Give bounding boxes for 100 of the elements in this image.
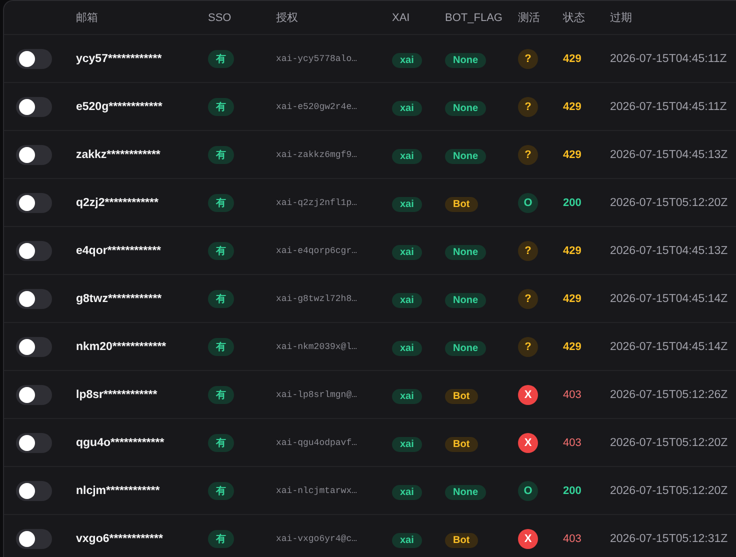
sso-tag: 有 xyxy=(208,530,234,548)
auth-token-text: xai-e520gw2r4e… xyxy=(276,102,358,112)
test-result-badge: ? xyxy=(518,240,538,260)
status-code: 429 xyxy=(563,340,582,352)
column-header: 过期 xyxy=(610,11,633,25)
email-text: e4qor************ xyxy=(76,244,162,256)
status-code: 429 xyxy=(563,52,582,64)
email-text: nlcjm************ xyxy=(76,484,161,496)
expiry-date: 2026-07-15T05:12:20Z xyxy=(610,484,729,496)
auth-token-text: xai-ycy5778alo… xyxy=(276,54,358,64)
expiry-date: 2026-07-15T05:12:20Z xyxy=(610,196,729,208)
status-code: 403 xyxy=(563,532,582,544)
status-code: 429 xyxy=(563,292,582,304)
sso-tag: 有 xyxy=(208,242,234,260)
test-result-badge: ? xyxy=(518,144,538,164)
bot-flag-tag: None xyxy=(445,340,486,356)
status-code: 403 xyxy=(563,388,582,400)
status-code: 403 xyxy=(563,436,582,448)
auth-token-text: xai-q2zj2nfl1p… xyxy=(276,198,358,208)
xai-tag: xai xyxy=(392,436,422,452)
expiry-date: 2026-07-15T04:45:13Z xyxy=(610,148,729,160)
sso-tag: 有 xyxy=(208,386,234,404)
xai-tag: xai xyxy=(392,484,422,500)
test-result-badge: X xyxy=(518,384,538,404)
bot-flag-tag: None xyxy=(445,52,486,68)
bot-flag-tag: Bot xyxy=(445,532,478,548)
xai-tag: xai xyxy=(392,100,422,116)
auth-token-text: xai-e4qorp6cgr… xyxy=(276,246,358,256)
bot-flag-tag: None xyxy=(445,244,486,260)
toggle-switch[interactable] xyxy=(16,192,52,212)
bot-flag-tag: Bot xyxy=(445,388,478,404)
sso-tag: 有 xyxy=(208,482,234,500)
expiry-date: 2026-07-15T04:45:11Z xyxy=(610,100,728,112)
bot-flag-tag: Bot xyxy=(445,436,478,452)
email-text: nkm20************ xyxy=(76,340,168,352)
toggle-switch[interactable] xyxy=(16,48,52,68)
email-text: zakkz************ xyxy=(76,148,162,160)
auth-token-text: xai-zakkz6mgf9… xyxy=(276,150,358,160)
column-header: 授权 xyxy=(276,11,299,25)
auth-token-text: xai-g8twzl72h8… xyxy=(276,294,358,304)
status-code: 429 xyxy=(563,148,582,160)
column-header: 测活 xyxy=(518,11,541,25)
bot-flag-tag: Bot xyxy=(445,196,478,212)
test-result-badge: ? xyxy=(518,96,538,116)
xai-tag: xai xyxy=(392,244,422,260)
test-result-badge: ? xyxy=(518,288,538,308)
xai-tag: xai xyxy=(392,196,422,212)
status-code: 429 xyxy=(563,244,582,256)
toggle-switch[interactable] xyxy=(16,336,52,356)
xai-tag: xai xyxy=(392,52,422,68)
toggle-switch[interactable] xyxy=(16,288,52,308)
xai-tag: xai xyxy=(392,388,422,404)
auth-token-text: xai-qgu4odpavf… xyxy=(276,438,358,448)
bot-flag-tag: None xyxy=(445,484,486,500)
status-code: 200 xyxy=(563,196,582,208)
sso-tag: 有 xyxy=(208,194,234,212)
test-result-badge: ? xyxy=(518,48,538,68)
toggle-switch[interactable] xyxy=(16,240,52,260)
xai-tag: xai xyxy=(392,340,422,356)
column-header: XAI xyxy=(392,12,411,24)
column-header: 邮箱 xyxy=(76,11,99,25)
test-result-badge: O xyxy=(518,192,538,212)
toggle-switch[interactable] xyxy=(16,96,52,116)
xai-tag: xai xyxy=(392,532,422,548)
test-result-badge: O xyxy=(518,480,538,500)
toggle-switch[interactable] xyxy=(16,432,52,452)
expiry-date: 2026-07-15T04:45:11Z xyxy=(610,52,728,64)
email-text: g8twz************ xyxy=(76,292,163,304)
expiry-date: 2026-07-15T05:12:31Z xyxy=(610,532,729,544)
expiry-date: 2026-07-15T05:12:20Z xyxy=(610,436,729,448)
sso-tag: 有 xyxy=(208,434,234,452)
expiry-date: 2026-07-15T04:45:14Z xyxy=(610,340,729,352)
toggle-switch[interactable] xyxy=(16,384,52,404)
status-code: 429 xyxy=(563,100,582,112)
expiry-date: 2026-07-15T04:45:13Z xyxy=(610,244,729,256)
expiry-date: 2026-07-15T05:12:26Z xyxy=(610,388,729,400)
column-header: 状态 xyxy=(563,10,586,25)
email-text: qgu4o************ xyxy=(76,436,166,448)
sso-tag: 有 xyxy=(208,338,234,356)
auth-token-text: xai-lp8srlmgn@… xyxy=(276,390,358,400)
email-text: lp8sr************ xyxy=(76,388,158,400)
bot-flag-tag: None xyxy=(445,148,486,164)
xai-tag: xai xyxy=(392,148,422,164)
test-result-badge: ? xyxy=(518,336,538,356)
sso-tag: 有 xyxy=(208,146,234,164)
toggle-switch[interactable] xyxy=(16,528,52,548)
email-text: q2zj2************ xyxy=(76,196,160,208)
column-header: BOT_FLAG xyxy=(445,12,504,24)
auth-token-text: xai-nkm2039x@l… xyxy=(276,342,358,352)
sso-tag: 有 xyxy=(208,50,234,68)
bot-flag-tag: None xyxy=(445,100,486,116)
toggle-switch[interactable] xyxy=(16,480,52,500)
bot-flag-tag: None xyxy=(445,292,486,308)
sso-tag: 有 xyxy=(208,290,234,308)
xai-tag: xai xyxy=(392,292,422,308)
test-result-badge: X xyxy=(518,528,538,548)
toggle-switch[interactable] xyxy=(16,144,52,164)
test-result-badge: X xyxy=(518,432,538,452)
column-header: SSO xyxy=(208,12,232,24)
sso-tag: 有 xyxy=(208,98,234,116)
